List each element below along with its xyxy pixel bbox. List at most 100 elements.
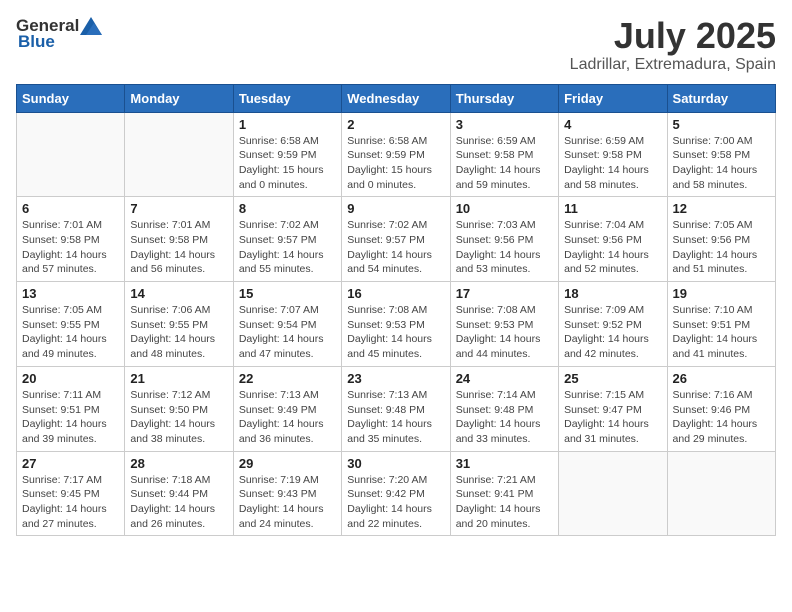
day-info: Sunrise: 7:00 AM Sunset: 9:58 PM Dayligh…: [673, 134, 770, 193]
day-info: Sunrise: 7:20 AM Sunset: 9:42 PM Dayligh…: [347, 473, 444, 532]
calendar-cell: [667, 451, 775, 536]
day-info: Sunrise: 7:05 AM Sunset: 9:56 PM Dayligh…: [673, 218, 770, 277]
day-info: Sunrise: 7:05 AM Sunset: 9:55 PM Dayligh…: [22, 303, 119, 362]
day-number: 6: [22, 201, 119, 216]
day-info: Sunrise: 7:01 AM Sunset: 9:58 PM Dayligh…: [22, 218, 119, 277]
day-info: Sunrise: 7:09 AM Sunset: 9:52 PM Dayligh…: [564, 303, 661, 362]
calendar-week-row: 20Sunrise: 7:11 AM Sunset: 9:51 PM Dayli…: [17, 366, 776, 451]
calendar-cell: 2 Sunrise: 6:58 AM Sunset: 9:59 PM Daylig…: [342, 112, 450, 197]
day-info: Sunrise: 7:06 AM Sunset: 9:55 PM Dayligh…: [130, 303, 227, 362]
day-number: 9: [347, 201, 444, 216]
day-number: 5: [673, 117, 770, 132]
day-info: Sunrise: 7:18 AM Sunset: 9:44 PM Dayligh…: [130, 473, 227, 532]
day-info: Sunrise: 7:01 AM Sunset: 9:58 PM Dayligh…: [130, 218, 227, 277]
day-number: 3: [456, 117, 553, 132]
calendar-cell: 30 Sunrise: 7:20 AM Sunset: 9:42 PM Dayli…: [342, 451, 450, 536]
day-number: 16: [347, 286, 444, 301]
day-info: Sunrise: 7:03 AM Sunset: 9:56 PM Dayligh…: [456, 218, 553, 277]
day-number: 19: [673, 286, 770, 301]
title-block: July 2025 Ladrillar, Extremadura, Spain: [570, 16, 776, 74]
calendar-header-row: SundayMondayTuesdayWednesdayThursdayFrid…: [17, 84, 776, 112]
day-number: 25: [564, 371, 661, 386]
page-header: General Blue July 2025 Ladrillar, Extrem…: [16, 16, 776, 74]
day-number: 17: [456, 286, 553, 301]
day-number: 29: [239, 456, 336, 471]
day-number: 14: [130, 286, 227, 301]
calendar-day-header: Tuesday: [233, 84, 341, 112]
day-number: 30: [347, 456, 444, 471]
calendar-day-header: Saturday: [667, 84, 775, 112]
calendar-cell: 25Sunrise: 7:15 AM Sunset: 9:47 PM Dayli…: [559, 366, 667, 451]
logo: General Blue: [16, 16, 103, 52]
calendar-week-row: 27 Sunrise: 7:17 AM Sunset: 9:45 PM Dayli…: [17, 451, 776, 536]
day-number: 24: [456, 371, 553, 386]
day-info: Sunrise: 7:12 AM Sunset: 9:50 PM Dayligh…: [130, 388, 227, 447]
day-info: Sunrise: 6:58 AM Sunset: 9:59 PM Dayligh…: [347, 134, 444, 193]
day-number: 8: [239, 201, 336, 216]
day-number: 12: [673, 201, 770, 216]
calendar-cell: 19 Sunrise: 7:10 AM Sunset: 9:51 PM Dayli…: [667, 282, 775, 367]
day-number: 27: [22, 456, 119, 471]
day-number: 31: [456, 456, 553, 471]
day-number: 26: [673, 371, 770, 386]
calendar-cell: 9 Sunrise: 7:02 AM Sunset: 9:57 PM Daylig…: [342, 197, 450, 282]
calendar-cell: 4Sunrise: 6:59 AM Sunset: 9:58 PM Daylig…: [559, 112, 667, 197]
day-number: 28: [130, 456, 227, 471]
day-number: 2: [347, 117, 444, 132]
day-number: 11: [564, 201, 661, 216]
day-info: Sunrise: 7:16 AM Sunset: 9:46 PM Dayligh…: [673, 388, 770, 447]
calendar-cell: 21Sunrise: 7:12 AM Sunset: 9:50 PM Dayli…: [125, 366, 233, 451]
day-info: Sunrise: 7:13 AM Sunset: 9:49 PM Dayligh…: [239, 388, 336, 447]
calendar-week-row: 6 Sunrise: 7:01 AM Sunset: 9:58 PM Daylig…: [17, 197, 776, 282]
calendar-cell: 27 Sunrise: 7:17 AM Sunset: 9:45 PM Dayli…: [17, 451, 125, 536]
calendar-cell: 22Sunrise: 7:13 AM Sunset: 9:49 PM Dayli…: [233, 366, 341, 451]
calendar-cell: 1Sunrise: 6:58 AM Sunset: 9:59 PM Daylig…: [233, 112, 341, 197]
calendar-day-header: Friday: [559, 84, 667, 112]
calendar-cell: 5 Sunrise: 7:00 AM Sunset: 9:58 PM Daylig…: [667, 112, 775, 197]
calendar-cell: 23 Sunrise: 7:13 AM Sunset: 9:48 PM Dayli…: [342, 366, 450, 451]
day-info: Sunrise: 6:59 AM Sunset: 9:58 PM Dayligh…: [456, 134, 553, 193]
day-info: Sunrise: 7:08 AM Sunset: 9:53 PM Dayligh…: [347, 303, 444, 362]
day-info: Sunrise: 7:17 AM Sunset: 9:45 PM Dayligh…: [22, 473, 119, 532]
calendar-cell: 31Sunrise: 7:21 AM Sunset: 9:41 PM Dayli…: [450, 451, 558, 536]
calendar-cell: 29Sunrise: 7:19 AM Sunset: 9:43 PM Dayli…: [233, 451, 341, 536]
day-number: 20: [22, 371, 119, 386]
calendar-week-row: 13 Sunrise: 7:05 AM Sunset: 9:55 PM Dayli…: [17, 282, 776, 367]
calendar-cell: 13 Sunrise: 7:05 AM Sunset: 9:55 PM Dayli…: [17, 282, 125, 367]
calendar-title: July 2025: [570, 16, 776, 56]
day-number: 23: [347, 371, 444, 386]
calendar-cell: [559, 451, 667, 536]
calendar-cell: 16 Sunrise: 7:08 AM Sunset: 9:53 PM Dayli…: [342, 282, 450, 367]
calendar-cell: 7 Sunrise: 7:01 AM Sunset: 9:58 PM Daylig…: [125, 197, 233, 282]
day-info: Sunrise: 7:13 AM Sunset: 9:48 PM Dayligh…: [347, 388, 444, 447]
calendar-cell: 28 Sunrise: 7:18 AM Sunset: 9:44 PM Dayli…: [125, 451, 233, 536]
calendar-cell: [125, 112, 233, 197]
calendar-cell: 20Sunrise: 7:11 AM Sunset: 9:51 PM Dayli…: [17, 366, 125, 451]
day-number: 10: [456, 201, 553, 216]
logo-blue-text: Blue: [18, 32, 55, 52]
day-info: Sunrise: 7:02 AM Sunset: 9:57 PM Dayligh…: [347, 218, 444, 277]
calendar-cell: 18 Sunrise: 7:09 AM Sunset: 9:52 PM Dayli…: [559, 282, 667, 367]
day-number: 15: [239, 286, 336, 301]
day-info: Sunrise: 7:04 AM Sunset: 9:56 PM Dayligh…: [564, 218, 661, 277]
calendar-week-row: 1Sunrise: 6:58 AM Sunset: 9:59 PM Daylig…: [17, 112, 776, 197]
logo-icon: [80, 17, 102, 35]
calendar-cell: 8Sunrise: 7:02 AM Sunset: 9:57 PM Daylig…: [233, 197, 341, 282]
calendar-cell: 10 Sunrise: 7:03 AM Sunset: 9:56 PM Dayli…: [450, 197, 558, 282]
calendar-day-header: Sunday: [17, 84, 125, 112]
day-number: 7: [130, 201, 227, 216]
calendar-cell: 11 Sunrise: 7:04 AM Sunset: 9:56 PM Dayli…: [559, 197, 667, 282]
calendar-day-header: Thursday: [450, 84, 558, 112]
day-number: 13: [22, 286, 119, 301]
calendar-subtitle: Ladrillar, Extremadura, Spain: [570, 56, 776, 74]
calendar-cell: 12 Sunrise: 7:05 AM Sunset: 9:56 PM Dayli…: [667, 197, 775, 282]
day-info: Sunrise: 7:10 AM Sunset: 9:51 PM Dayligh…: [673, 303, 770, 362]
calendar-cell: 14 Sunrise: 7:06 AM Sunset: 9:55 PM Dayli…: [125, 282, 233, 367]
day-number: 18: [564, 286, 661, 301]
calendar-cell: 17Sunrise: 7:08 AM Sunset: 9:53 PM Dayli…: [450, 282, 558, 367]
calendar-cell: 3 Sunrise: 6:59 AM Sunset: 9:58 PM Daylig…: [450, 112, 558, 197]
day-info: Sunrise: 7:07 AM Sunset: 9:54 PM Dayligh…: [239, 303, 336, 362]
calendar-cell: 26 Sunrise: 7:16 AM Sunset: 9:46 PM Dayli…: [667, 366, 775, 451]
day-info: Sunrise: 6:58 AM Sunset: 9:59 PM Dayligh…: [239, 134, 336, 193]
calendar-cell: 15 Sunrise: 7:07 AM Sunset: 9:54 PM Dayli…: [233, 282, 341, 367]
